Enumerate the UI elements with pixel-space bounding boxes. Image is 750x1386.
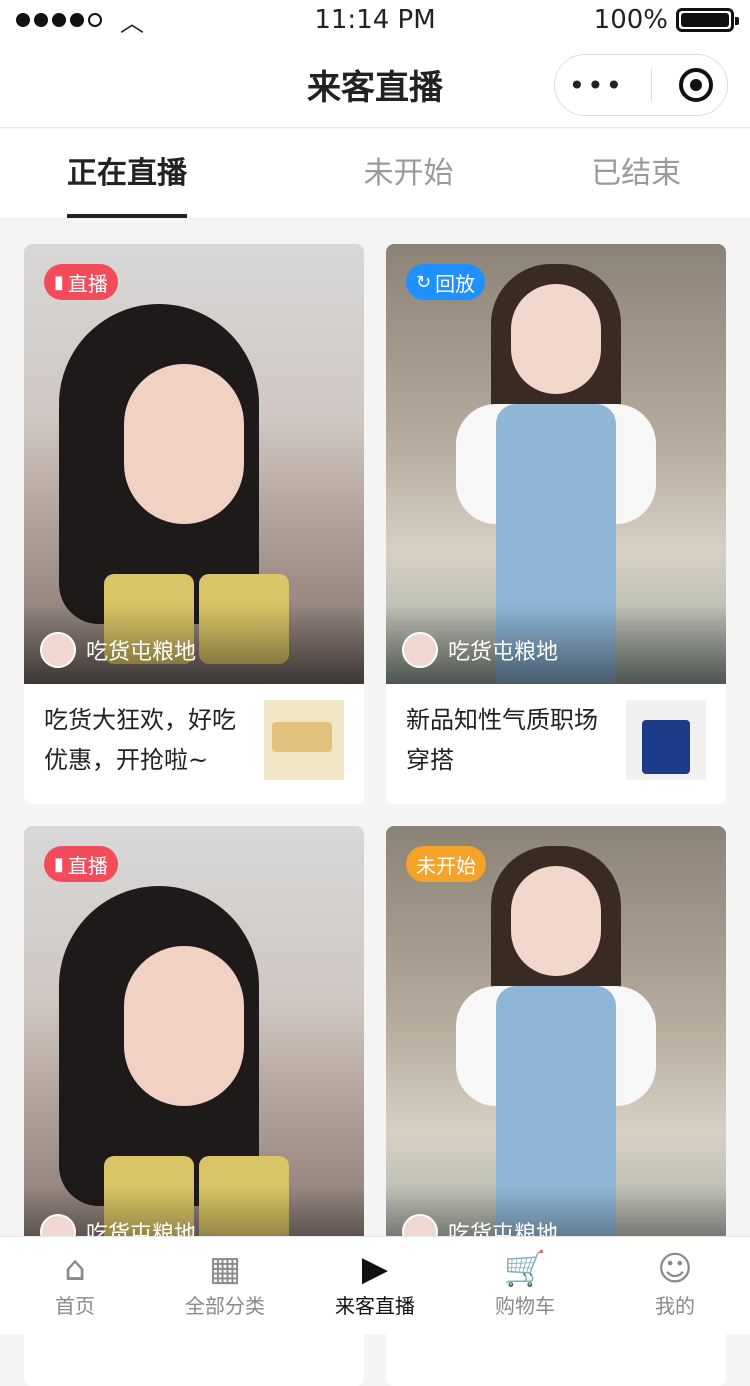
- live-card[interactable]: ↻回放 吃货屯粮地 新品知性气质职场穿搭: [386, 244, 726, 804]
- tab-ended[interactable]: 已结束: [522, 129, 750, 218]
- live-card[interactable]: ▮直播 吃货屯粮地 吃货大狂欢，好吃优惠，开抢啦~: [24, 244, 364, 804]
- tab-not-started[interactable]: 未开始: [295, 129, 523, 218]
- card-info: 吃货大狂欢，好吃优惠，开抢啦~: [24, 684, 364, 796]
- status-time: 11:14 PM: [0, 5, 750, 35]
- category-search-icon: ▦: [209, 1252, 241, 1286]
- live-cover[interactable]: 未开始 吃货屯粮地: [386, 826, 726, 1266]
- live-status-tabs: 正在直播 未开始 已结束: [0, 129, 750, 219]
- status-badge: ↻回放: [406, 264, 485, 300]
- navigation-bar: 来客直播 •••: [0, 40, 750, 128]
- tabbar-item-cart[interactable]: 🛒 购物车: [450, 1237, 600, 1334]
- capsule-divider: [651, 68, 652, 102]
- tabbar-item-profile[interactable]: ☺ 我的: [600, 1237, 750, 1334]
- card-info: 新品知性气质职场穿搭: [386, 684, 726, 796]
- live-cover[interactable]: ▮直播 吃货屯粮地: [24, 826, 364, 1266]
- more-icon[interactable]: •••: [569, 69, 625, 102]
- tabbar-item-categories[interactable]: ▦ 全部分类: [150, 1237, 300, 1334]
- cart-icon: 🛒: [504, 1252, 546, 1286]
- product-thumbnail[interactable]: [626, 700, 706, 780]
- avatar: [40, 632, 76, 668]
- replay-icon: ↻: [416, 272, 431, 293]
- chart-bars-icon: ▮: [54, 272, 64, 293]
- bottom-tabbar: ⌂ 首页 ▦ 全部分类 ▶ 来客直播 🛒 购物车 ☺ 我的: [0, 1236, 750, 1334]
- status-badge: ▮直播: [44, 264, 118, 300]
- live-card-grid: ▮直播 吃货屯粮地 吃货大狂欢，好吃优惠，开抢啦~ ↻回放 吃货屯粮地 新品知性…: [24, 244, 726, 1386]
- user-icon: ☺: [657, 1252, 692, 1286]
- battery-icon: [676, 8, 734, 32]
- chart-bars-icon: ▮: [54, 854, 64, 875]
- status-bar: ︿ 11:14 PM 100%: [0, 0, 750, 40]
- live-cover[interactable]: ▮直播 吃货屯粮地: [24, 244, 364, 684]
- status-badge: ▮直播: [44, 846, 118, 882]
- live-video-icon: ▶: [362, 1252, 388, 1286]
- card-title: 吃货大狂欢，好吃优惠，开抢啦~: [44, 700, 250, 780]
- close-miniprogram-icon[interactable]: [679, 68, 713, 102]
- avatar: [402, 632, 438, 668]
- product-thumbnail[interactable]: [264, 700, 344, 780]
- status-badge: 未开始: [406, 846, 486, 882]
- card-title: 新品知性气质职场穿搭: [406, 700, 612, 780]
- home-icon: ⌂: [64, 1252, 86, 1286]
- anchor-info: 吃货屯粮地: [402, 632, 558, 668]
- live-cover[interactable]: ↻回放 吃货屯粮地: [386, 244, 726, 684]
- miniprogram-capsule: •••: [554, 54, 728, 116]
- anchor-info: 吃货屯粮地: [40, 632, 196, 668]
- tabbar-item-live[interactable]: ▶ 来客直播: [300, 1237, 450, 1334]
- tabbar-item-home[interactable]: ⌂ 首页: [0, 1237, 150, 1334]
- tab-live-now[interactable]: 正在直播: [0, 129, 295, 218]
